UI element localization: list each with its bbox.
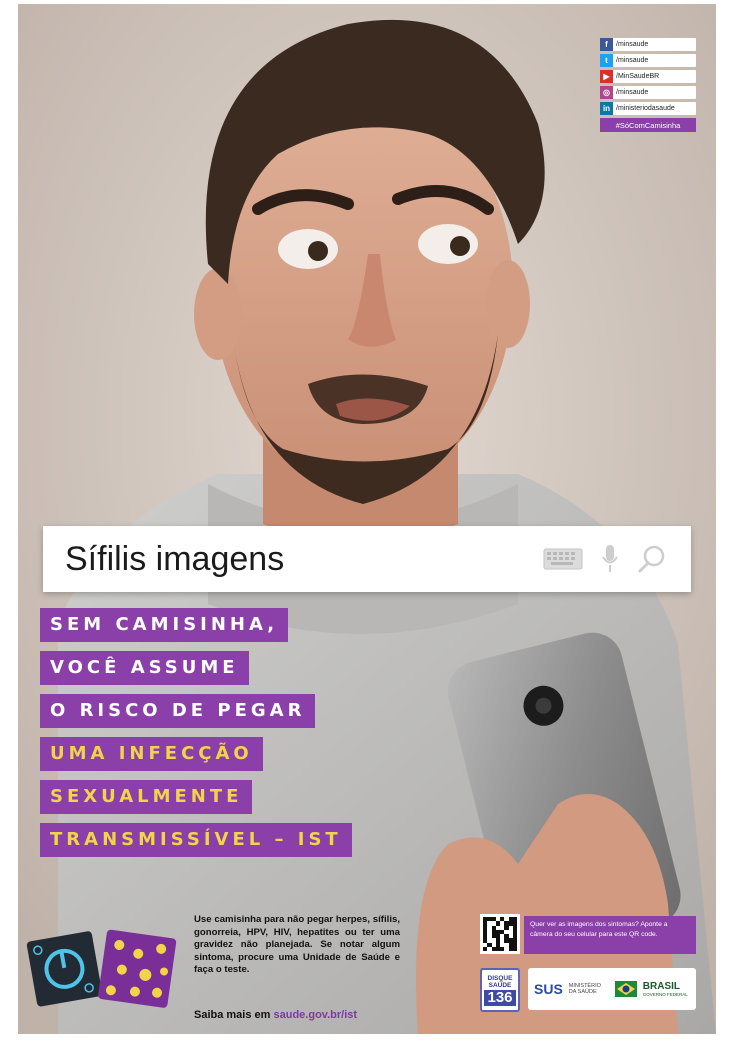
social-handle: /minsaude <box>616 57 649 64</box>
social-handle: /minsaude <box>616 89 649 96</box>
disque-line1: DISQUE <box>487 974 513 982</box>
disque-line2: SAÚDE <box>488 981 512 989</box>
social-row[interactable]: ◎ /minsaude <box>600 86 696 99</box>
search-bar[interactable]: Sífilis imagens <box>43 526 691 592</box>
search-icon[interactable] <box>637 544 667 574</box>
linkedin-icon: in <box>600 102 613 115</box>
microphone-icon[interactable] <box>601 544 619 574</box>
qr-module <box>512 946 517 951</box>
keyboard-icon[interactable] <box>543 548 583 570</box>
disque-saude-badge: DISQUE SAÚDE 136 <box>480 968 520 1012</box>
headline-line: O RISCO DE PEGAR <box>40 694 316 728</box>
social-row[interactable]: in /ministeriodasaude <box>600 102 696 115</box>
governo-label: GOVERNO FEDERAL <box>642 991 688 997</box>
sus-logo: SUS <box>534 981 563 997</box>
hashtag-badge: #SóComCamisinha <box>600 118 696 132</box>
headline: SEM CAMISINHA, VOCÊ ASSUME O RISCO DE PE… <box>40 608 352 866</box>
headline-line: SEM CAMISINHA, <box>40 608 289 642</box>
brasil-label: BRASIL <box>642 980 681 992</box>
instagram-icon: ◎ <box>600 86 613 99</box>
qr-caption: Quer ver as imagens dos sintomas? Aponte… <box>524 916 696 954</box>
twitter-icon: t <box>600 54 613 67</box>
search-query[interactable]: Sífilis imagens <box>43 540 543 579</box>
social-row[interactable]: f /minsaude <box>600 38 696 51</box>
government-logos: SUS MINISTÉRIO DA SAÚDE BRASIL GOVERNO F… <box>528 968 696 1010</box>
ministerio-label: MINISTÉRIO DA SAÚDE <box>568 983 601 995</box>
brazil-flag-icon <box>614 981 637 997</box>
social-handle: /MinSaudeBR <box>616 73 660 80</box>
more-link[interactable]: saude.gov.br/ist <box>274 1009 358 1021</box>
campaign-poster: f /minsaude t /minsaude ▶ /MinSaudeBR ◎ … <box>18 4 716 1034</box>
social-handle: /minsaude <box>616 41 649 48</box>
social-row[interactable]: ▶ /MinSaudeBR <box>600 70 696 83</box>
search-actions <box>543 544 691 574</box>
qr-block: Quer ver as imagens dos sintomas? Aponte… <box>480 914 696 959</box>
brasil-block: BRASIL GOVERNO FEDERAL <box>642 980 688 997</box>
headline-line: VOCÊ ASSUME <box>40 651 249 685</box>
social-row[interactable]: t /minsaude <box>600 54 696 67</box>
more-prefix: Saiba mais em <box>194 1009 271 1021</box>
headline-line: SEXUALMENTE <box>40 780 253 814</box>
headline-line: TRANSMISSÍVEL – IST <box>40 823 352 857</box>
body-copy: Use camisinha para não pegar herpes, síf… <box>194 914 400 976</box>
man-with-phone-photo <box>18 4 716 1034</box>
condom-packs-image <box>26 929 177 1008</box>
facebook-icon: f <box>600 38 613 51</box>
disque-number: 136 <box>484 989 516 1006</box>
social-links: f /minsaude t /minsaude ▶ /MinSaudeBR ◎ … <box>600 38 696 132</box>
social-handle: /ministeriodasaude <box>616 105 675 112</box>
qr-code[interactable] <box>480 914 520 954</box>
more-info: Saiba mais em saude.gov.br/ist <box>194 1009 357 1021</box>
headline-line: UMA INFECÇÃO <box>40 737 263 771</box>
youtube-icon: ▶ <box>600 70 613 83</box>
